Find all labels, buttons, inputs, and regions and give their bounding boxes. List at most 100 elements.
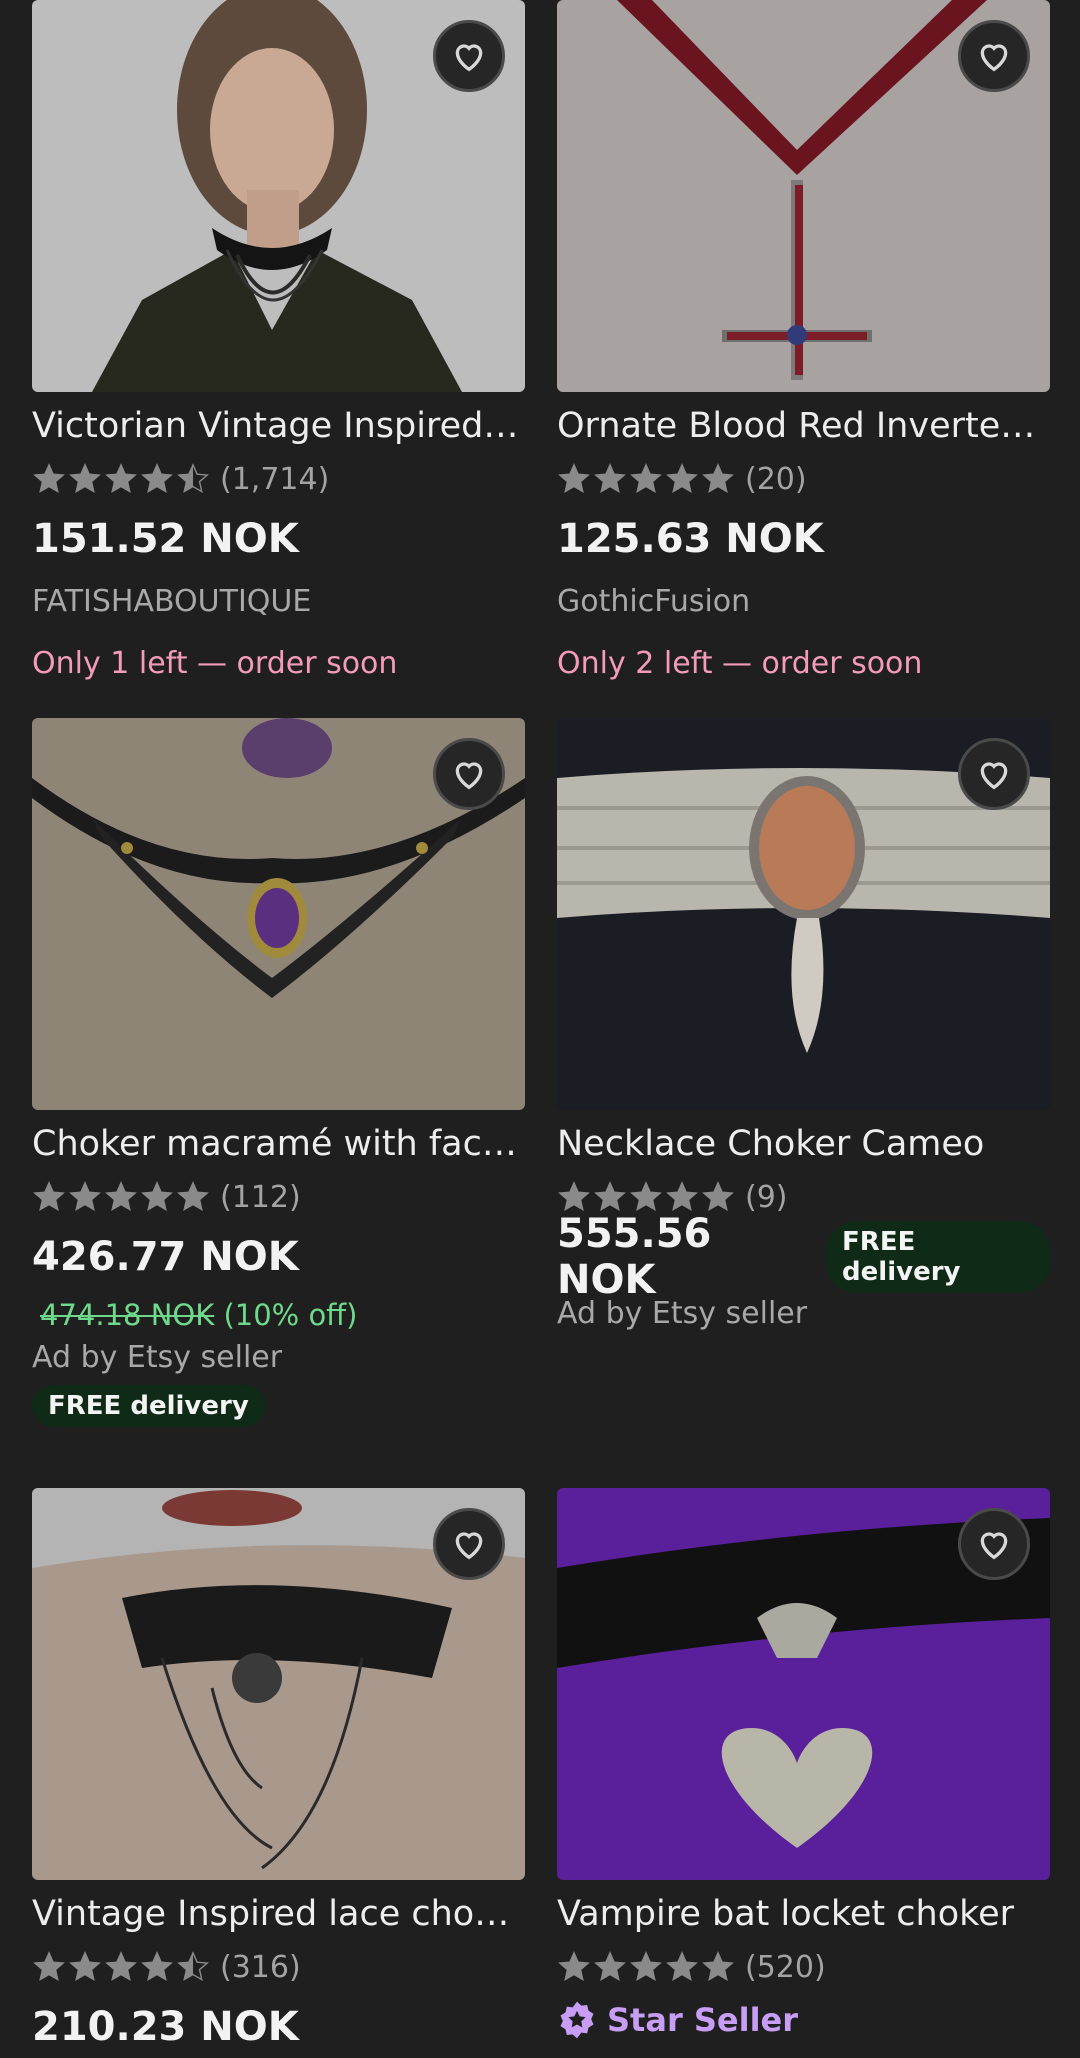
product-grid: Victorian Vintage Inspired ... (1,714) 1…	[32, 0, 1052, 2058]
rating: (316)	[32, 1942, 525, 1992]
star-icon	[594, 1181, 626, 1212]
stock-notice: Only 2 left — order soon	[557, 646, 923, 681]
heart-outline-icon	[980, 762, 1008, 790]
product-title[interactable]: Ornate Blood Red Inverted ...	[557, 402, 1050, 450]
ad-label: Ad by Etsy seller	[557, 1296, 808, 1331]
star-seller-icon	[560, 2001, 594, 2039]
product-card[interactable]: Ornate Blood Red Inverted ... (20) 125.6…	[557, 0, 1050, 718]
star-icon	[69, 1181, 101, 1212]
favorite-button[interactable]	[433, 738, 505, 810]
product-card[interactable]: Victorian Vintage Inspired ... (1,714) 1…	[32, 0, 525, 718]
star-icon	[666, 1951, 698, 1982]
star-icon	[558, 1181, 590, 1212]
star-icon	[141, 463, 173, 494]
price-row: 151.52 NOK	[32, 508, 525, 570]
product-title[interactable]: Vampire bat locket choker	[557, 1890, 1050, 1938]
star-icon	[141, 1951, 173, 1982]
star-seller-badge: Star Seller	[557, 2000, 1050, 2040]
star-icon	[594, 463, 626, 494]
star-icon	[630, 463, 662, 494]
price: 426.77 NOK	[32, 1234, 299, 1280]
heart-outline-icon	[455, 1532, 483, 1560]
star-icon	[630, 1181, 662, 1212]
star-icon	[558, 1951, 590, 1982]
star-icon	[666, 1181, 698, 1212]
product-title[interactable]: Vintage Inspired lace chok...	[32, 1890, 525, 1938]
price-row: 555.56 NOK FREE delivery	[557, 1211, 1050, 1303]
product-image[interactable]	[32, 1488, 525, 1880]
product-image[interactable]	[557, 1488, 1050, 1880]
product-card[interactable]: Choker macramé with face... (112) 426.77…	[32, 718, 525, 1488]
heart-outline-icon	[980, 44, 1008, 72]
heart-outline-icon	[455, 44, 483, 72]
heart-outline-icon	[980, 1532, 1008, 1560]
price-row: 426.77 NOK	[32, 1226, 525, 1288]
product-image[interactable]	[32, 718, 525, 1110]
star-rating	[557, 1950, 735, 1984]
stock-notice: Only 1 left — order soon	[32, 646, 398, 681]
product-card[interactable]: Vampire bat locket choker (520) Star Sel…	[557, 1488, 1050, 2058]
product-title[interactable]: Necklace Choker Cameo	[557, 1120, 1050, 1168]
product-title[interactable]: Choker macramé with face...	[32, 1120, 525, 1168]
discount-percent: (10% off)	[223, 1298, 358, 1332]
review-count: (20)	[745, 461, 807, 497]
product-image[interactable]	[557, 718, 1050, 1110]
favorite-button[interactable]	[958, 1508, 1030, 1580]
star-icon	[177, 1181, 209, 1212]
price: 210.23 NOK	[32, 2004, 299, 2050]
favorite-button[interactable]	[433, 20, 505, 92]
original-price: 474.18 NOK	[40, 1298, 215, 1332]
price-row: 125.63 NOK	[557, 508, 1050, 570]
star-icon	[630, 1951, 662, 1982]
star-rating	[557, 462, 735, 496]
product-title[interactable]: Victorian Vintage Inspired ...	[32, 402, 525, 450]
star-icon	[105, 463, 137, 494]
star-icon	[666, 463, 698, 494]
review-count: (1,714)	[220, 461, 330, 497]
rating: (20)	[557, 454, 1050, 504]
star-rating	[32, 1180, 210, 1214]
rating: (112)	[32, 1172, 525, 1222]
star-icon	[33, 1181, 65, 1212]
rating: (520)	[557, 1942, 1050, 1992]
price: 151.52 NOK	[32, 516, 299, 562]
ad-label: Ad by Etsy seller	[32, 1340, 283, 1375]
price: 125.63 NOK	[557, 516, 824, 562]
star-icon	[33, 463, 65, 494]
favorite-button[interactable]	[433, 1508, 505, 1580]
review-count: (316)	[220, 1949, 301, 1985]
review-count: (9)	[745, 1179, 788, 1215]
star-rating	[32, 462, 210, 496]
star-icon	[558, 463, 590, 494]
star-icon	[702, 463, 734, 494]
discount: 474.18 NOK (10% off)	[40, 1298, 525, 1332]
price-row: 210.23 NOK	[32, 1996, 525, 2058]
shop-name: GothicFusion	[557, 584, 751, 619]
product-image[interactable]	[32, 0, 525, 392]
star-icon	[69, 1951, 101, 1982]
free-delivery-badge: FREE delivery	[32, 1385, 265, 1427]
star-seller-label: Star Seller	[607, 2001, 799, 2039]
favorite-button[interactable]	[958, 738, 1030, 810]
star-icon	[69, 463, 101, 494]
star-icon	[594, 1951, 626, 1982]
free-delivery-badge: FREE delivery	[826, 1221, 1050, 1293]
product-card[interactable]: Necklace Choker Cameo (9) 555.56 NOK FRE…	[557, 718, 1050, 1488]
star-rating	[32, 1950, 210, 1984]
price: 555.56 NOK	[557, 1211, 712, 1303]
shop-name: FATISHABOUTIQUE	[32, 584, 312, 619]
star-icon	[702, 1951, 734, 1982]
product-card[interactable]: Vintage Inspired lace chok... (316) 210.…	[32, 1488, 525, 2058]
review-count: (520)	[745, 1949, 826, 1985]
star-icon	[702, 1181, 734, 1212]
star-icon	[141, 1181, 173, 1212]
star-icon	[105, 1181, 137, 1212]
star-icon	[177, 1951, 209, 1982]
product-image[interactable]	[557, 0, 1050, 392]
favorite-button[interactable]	[958, 20, 1030, 92]
star-icon	[105, 1951, 137, 1982]
heart-outline-icon	[455, 762, 483, 790]
review-count: (112)	[220, 1179, 301, 1215]
rating: (1,714)	[32, 454, 525, 504]
star-icon	[33, 1951, 65, 1982]
